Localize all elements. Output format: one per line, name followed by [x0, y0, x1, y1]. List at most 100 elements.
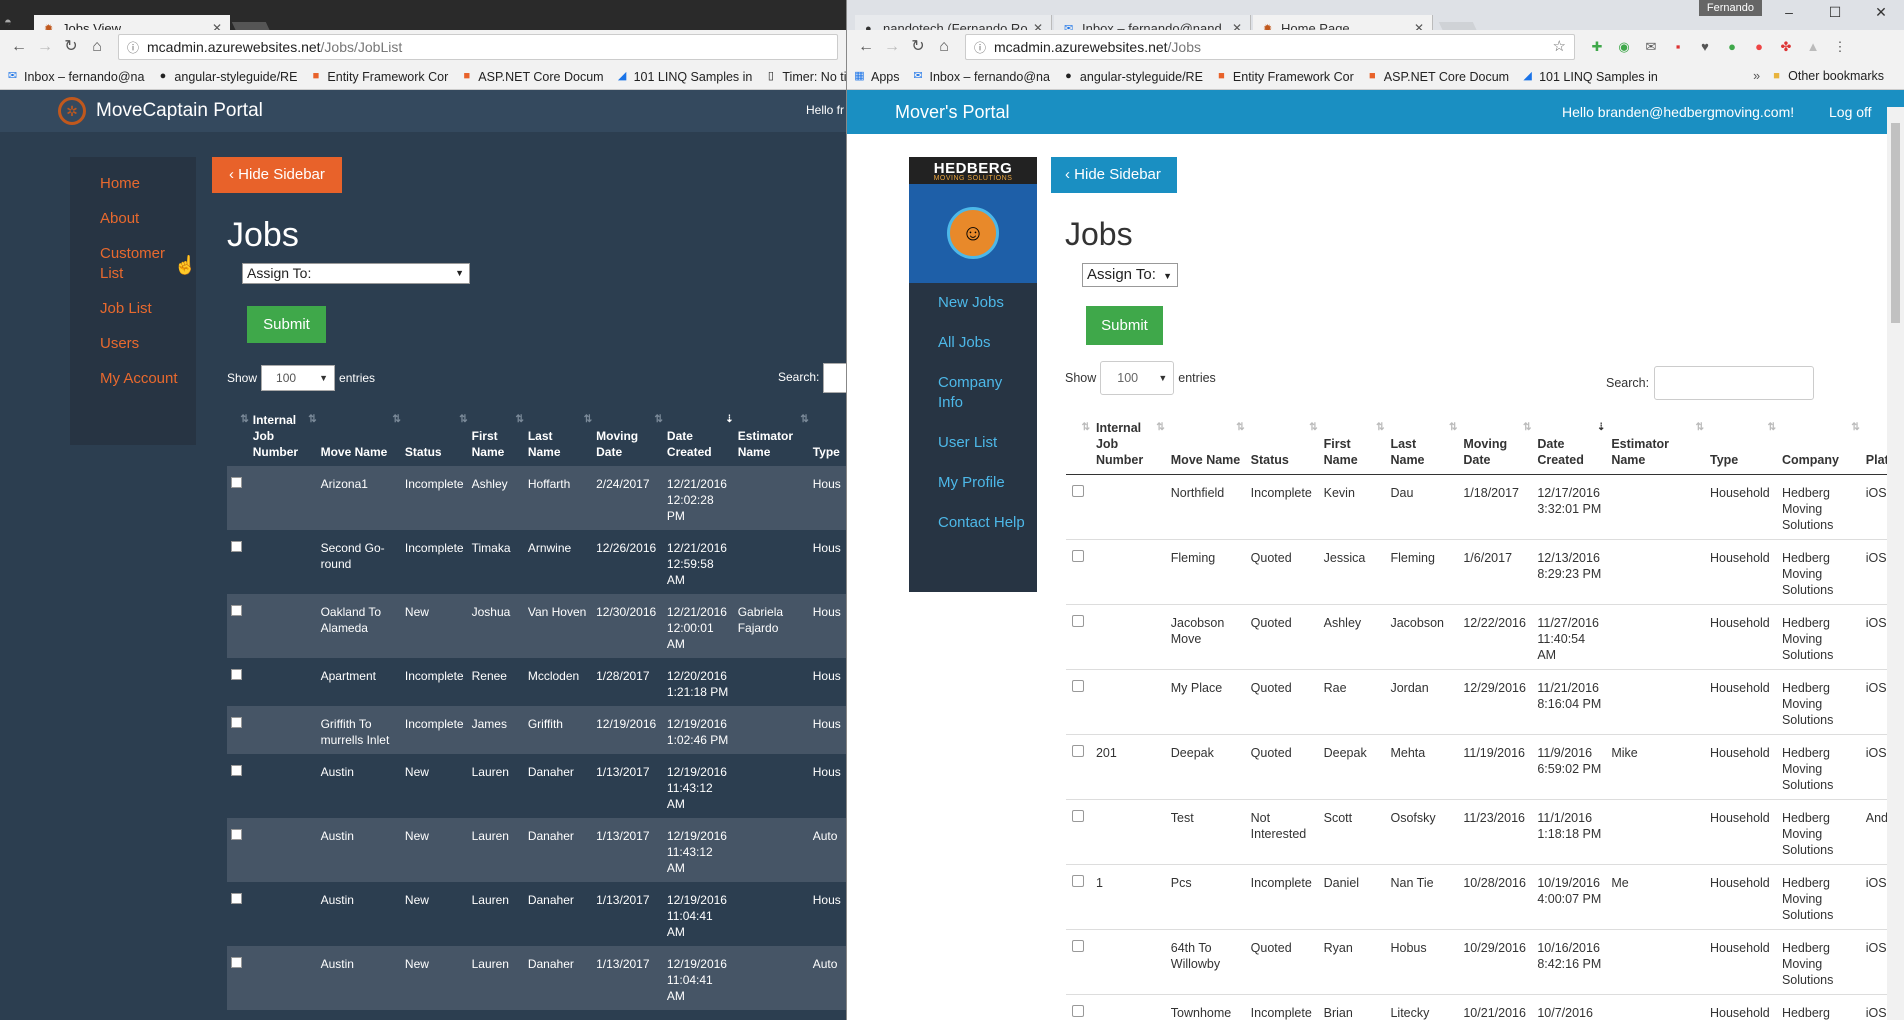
table-row[interactable]: VegasIncompleteGinaReed2/15/201712/19/20… [227, 1010, 846, 1020]
sidebar-item-job-list[interactable]: Job List [70, 292, 196, 327]
log-off-link[interactable]: Log off [1829, 104, 1872, 120]
bookmark-inbox[interactable]: ✉ Inbox – fernando@na [912, 70, 1050, 84]
close-window-icon[interactable]: ✕ [1858, 0, 1904, 24]
row-checkbox[interactable] [231, 669, 242, 680]
column-header[interactable]: First Name ⇅ [468, 410, 524, 466]
table-row[interactable]: Austin New Lauren Danaher 1/13/2017 12/19/201… [227, 946, 846, 1010]
row-checkbox[interactable] [231, 893, 242, 904]
select-column-header[interactable]: ⇅ [1066, 418, 1090, 475]
bookmark-apps[interactable]: ▦ Apps [853, 70, 899, 84]
bookmark-linq[interactable]: ◢ 101 LINQ Samples in [616, 70, 753, 84]
column-header[interactable]: Type ⇅ [1703, 418, 1776, 475]
row-checkbox[interactable] [231, 957, 242, 968]
reload-icon[interactable]: ↻ [905, 34, 931, 60]
column-header[interactable]: Estimator Name ⇅ [1605, 418, 1704, 475]
bookmark-ef[interactable]: ■ Entity Framework Cor [1215, 70, 1354, 84]
bookmark-angular[interactable]: ● angular-styleguide/RE [156, 70, 298, 84]
scrollbar-thumb[interactable] [1891, 123, 1900, 323]
select-column-header[interactable]: ⇅ [227, 410, 248, 466]
chevron-double-right-icon[interactable]: » [1753, 69, 1760, 83]
home-icon[interactable]: ⌂ [931, 34, 957, 60]
minimize-icon[interactable]: – [1766, 0, 1812, 24]
sidebar-item-company-info[interactable]: Company Info [909, 363, 1037, 423]
sidebar-item-new-jobs[interactable]: New Jobs [909, 283, 1037, 323]
row-checkbox[interactable] [231, 605, 242, 616]
profile-badge[interactable]: Fernando [1698, 0, 1762, 16]
row-checkbox[interactable] [231, 477, 242, 488]
table-row[interactable]: My Place Quoted Rae Jordan 12/29/2016 11/21/2… [1066, 669, 1904, 735]
table-row[interactable]: Oakland To Alameda New Joshua Van Hoven 12/3… [227, 594, 846, 658]
table-row[interactable]: Arizona1 Incomplete Ashley Hoffarth 2/24/201… [227, 466, 846, 530]
row-checkbox[interactable] [1072, 615, 1084, 627]
mail-icon[interactable]: ✉ [1639, 37, 1663, 57]
hide-sidebar-button[interactable]: ‹ Hide Sidebar [212, 157, 342, 193]
search-input[interactable] [823, 363, 846, 393]
table-row[interactable]: 64th To Willowby Quoted Ryan Hobus 10/29/201… [1066, 929, 1904, 995]
column-header[interactable]: Status ⇅ [401, 410, 468, 466]
row-checkbox[interactable] [1072, 680, 1084, 692]
bookmark-aspnet[interactable]: ■ ASP.NET Core Docum [460, 70, 603, 84]
table-row[interactable]: Austin New Lauren Danaher 1/13/2017 12/19/201… [227, 818, 846, 882]
reload-icon[interactable]: ↻ [58, 34, 84, 60]
hide-sidebar-button[interactable]: ‹ Hide Sidebar [1051, 157, 1177, 193]
submit-button[interactable]: Submit [1086, 306, 1163, 345]
forward-arrow-icon[interactable]: → [879, 34, 905, 60]
row-checkbox[interactable] [1072, 485, 1084, 497]
table-row[interactable]: Northfield Incomplete Kevin Dau 1/18/2017 12/… [1066, 474, 1904, 540]
hangouts-icon[interactable]: ● [1720, 37, 1744, 57]
plus-extension-icon[interactable]: ✚ [1585, 37, 1609, 57]
column-header[interactable]: Moving Date ⇅ [592, 410, 663, 466]
row-checkbox[interactable] [1072, 875, 1084, 887]
forward-arrow-icon[interactable]: → [32, 34, 58, 60]
row-checkbox[interactable] [231, 541, 242, 552]
table-row[interactable]: Townhome MoveIncompleteBrianLitecky10/21… [1066, 994, 1904, 1020]
sidebar-item-my-account[interactable]: My Account [70, 362, 196, 397]
row-checkbox[interactable] [1072, 745, 1084, 757]
sidebar-item-home[interactable]: Home [70, 167, 196, 202]
table-row[interactable]: Test Not Interested Scott Osofsky 11/23/2016… [1066, 799, 1904, 865]
row-checkbox[interactable] [1072, 940, 1084, 952]
bookmark-timer[interactable]: ▯ Timer: No ti [764, 70, 846, 84]
assign-to-select[interactable]: Assign To: ▼ [1082, 263, 1178, 287]
tomato-icon[interactable]: ● [1747, 37, 1771, 57]
bookmark-angular[interactable]: ● angular-styleguide/RE [1062, 70, 1203, 84]
table-row[interactable]: Second Go-round Incomplete Timaka Arnwine 12… [227, 530, 846, 594]
sidebar-item-users[interactable]: Users [70, 327, 196, 362]
submit-button[interactable]: Submit [247, 306, 326, 343]
table-row[interactable]: Austin New Lauren Danaher 1/13/2017 12/19/201… [227, 882, 846, 946]
pocket-icon[interactable]: ♥ [1693, 37, 1717, 57]
bookmark-aspnet[interactable]: ■ ASP.NET Core Docum [1366, 70, 1509, 84]
row-checkbox[interactable] [231, 717, 242, 728]
entries-select[interactable]: 100 ▼ [261, 365, 336, 391]
bookmark-ef[interactable]: ■ Entity Framework Cor [309, 70, 449, 84]
home-icon[interactable]: ⌂ [84, 34, 110, 60]
column-header[interactable]: Moving Date ⇅ [1457, 418, 1532, 475]
table-row[interactable]: Apartment Incomplete Renee Mccloden 1/28/201… [227, 658, 846, 706]
column-header[interactable]: Date Created ⇣ [663, 410, 734, 466]
menu-icon[interactable]: ⋮ [1828, 37, 1852, 57]
sidebar-item-my-profile[interactable]: My Profile [909, 463, 1037, 503]
puzzle-icon[interactable]: ✤ [1774, 37, 1798, 57]
other-bookmarks[interactable]: » ■ Other bookmarks [1753, 69, 1884, 83]
address-bar[interactable]: ⓘ mcadmin.azurewebsites.net/Jobs ☆ [965, 34, 1575, 60]
entries-select[interactable]: 100 ▼ [1100, 361, 1175, 395]
back-arrow-icon[interactable]: ← [6, 34, 32, 60]
sidebar-item-all-jobs[interactable]: All Jobs [909, 323, 1037, 363]
column-header[interactable]: Company ⇅ [1775, 418, 1860, 475]
hello-text[interactable]: Hello branden@hedbergmoving.com! [1562, 104, 1794, 120]
column-header[interactable]: Last Name ⇅ [524, 410, 592, 466]
back-arrow-icon[interactable]: ← [853, 34, 879, 60]
star-icon[interactable]: ☆ [1553, 37, 1566, 55]
address-bar[interactable]: ⓘ mcadmin.azurewebsites.net/Jobs/JobList [118, 34, 838, 60]
lastpass-icon[interactable]: ▪ [1666, 37, 1690, 57]
column-header[interactable]: Type [809, 410, 846, 466]
brand[interactable]: ✲ MoveCaptain Portal [58, 97, 263, 125]
sidebar-item-user-list[interactable]: User List [909, 423, 1037, 463]
grammarly-icon[interactable]: ◉ [1612, 37, 1636, 57]
row-checkbox[interactable] [231, 765, 242, 776]
table-row[interactable]: Griffith To murrells Inlet Incomplete Jame… [227, 706, 846, 754]
table-row[interactable]: Jacobson Move Quoted Ashley Jacobson 12/22/2… [1066, 604, 1904, 670]
column-header[interactable]: Date Created ⇣ [1531, 418, 1606, 475]
assign-to-select[interactable]: Assign To: ▼ [242, 263, 470, 284]
table-row[interactable]: 1 Pcs Incomplete Daniel Nan Tie 10/28/2016 10/… [1066, 864, 1904, 930]
